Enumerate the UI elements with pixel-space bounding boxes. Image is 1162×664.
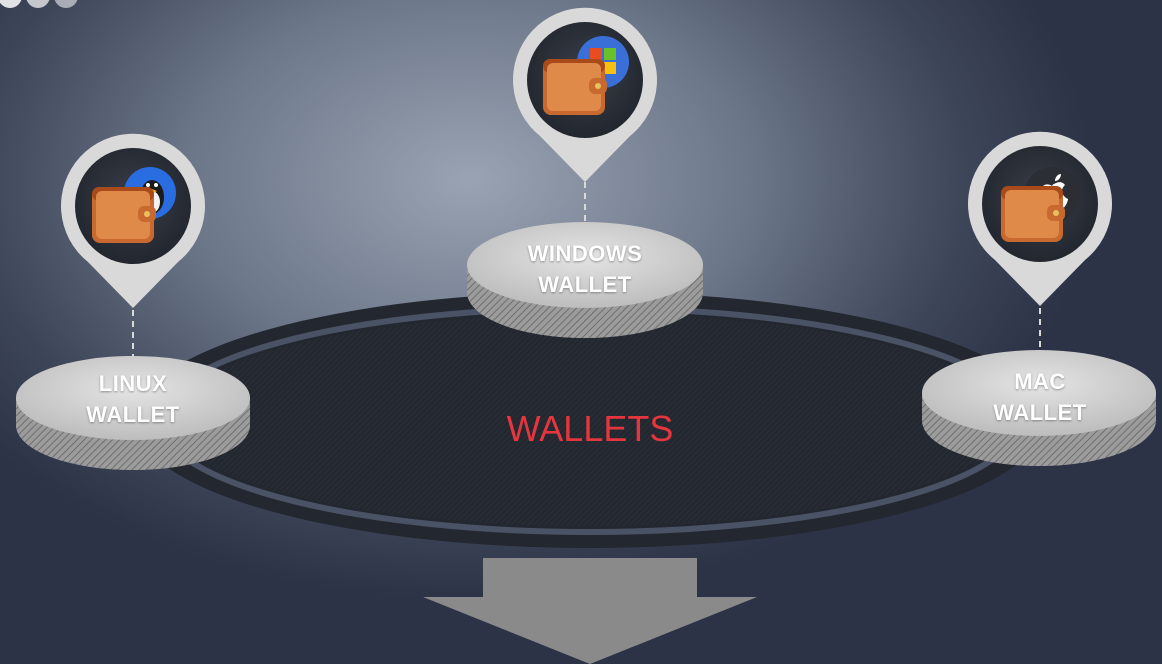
linux-label-line1: LINUX [98,371,168,396]
windows-label-line1: WINDOWS [527,241,643,266]
mac-label-line1: MAC [1014,369,1066,394]
wallet-icon [92,187,156,243]
corner-circle-icon [54,0,78,8]
mac-label-line2: WALLET [993,400,1087,425]
windows-label-line2: WALLET [538,272,632,297]
corner-circle-icon [26,0,50,8]
corner-circle-icon [0,0,22,8]
windows-wallet-label: WINDOWS WALLET [485,238,685,300]
wallet-icon [543,59,607,115]
mac-pin-marker [968,131,1112,306]
linux-pin-marker [60,133,206,308]
linux-label-line2: WALLET [86,402,180,427]
wallets-diagram [0,0,1156,664]
linux-wallet-label: LINUX WALLET [33,368,233,430]
windows-pin-marker [513,7,657,182]
down-arrow-icon [423,558,757,664]
mac-wallet-label: MAC WALLET [940,366,1140,428]
wallet-icon [1001,186,1065,242]
corner-icons [0,0,78,8]
wallets-title: WALLETS [506,408,674,449]
